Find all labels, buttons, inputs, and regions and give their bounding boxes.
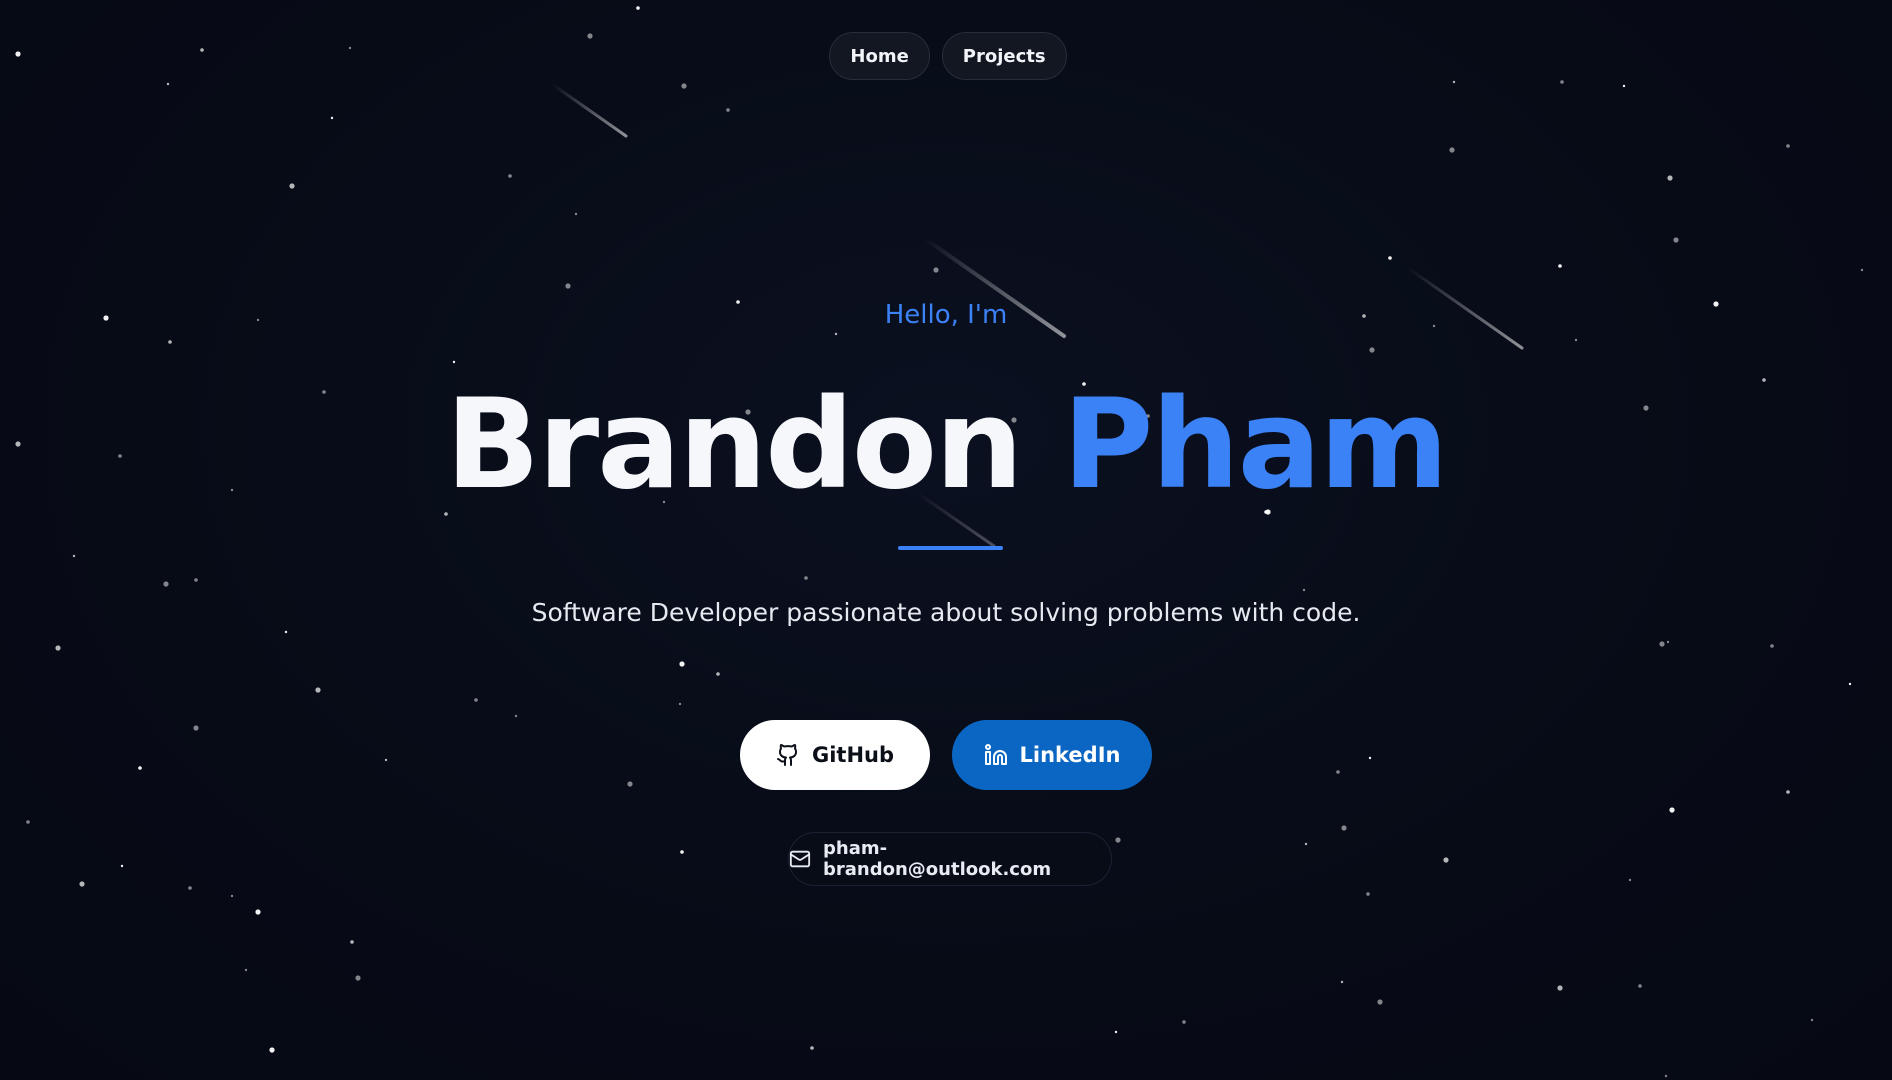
mail-icon <box>789 848 811 870</box>
star <box>474 698 478 702</box>
star <box>1114 1030 1118 1034</box>
social-buttons: GitHub LinkedIn <box>0 720 1892 790</box>
star <box>166 82 170 86</box>
star <box>1369 347 1375 353</box>
star <box>120 864 124 868</box>
star <box>514 714 518 718</box>
email-address: pham-brandon@outlook.com <box>823 838 1052 880</box>
star <box>188 886 192 890</box>
starfield <box>15 6 1864 1078</box>
star <box>1786 144 1790 148</box>
star <box>1558 264 1562 268</box>
star <box>1340 980 1344 984</box>
star <box>1304 842 1308 846</box>
star <box>680 850 684 854</box>
star <box>269 1047 275 1053</box>
star <box>355 975 361 981</box>
star <box>1628 878 1632 882</box>
star <box>810 1046 814 1050</box>
star <box>79 881 85 887</box>
star <box>1341 825 1347 831</box>
hero-background: Home Projects Hello, I'm Brandon Pham So… <box>0 0 1892 1080</box>
linkedin-button[interactable]: LinkedIn <box>952 720 1152 790</box>
star <box>1638 984 1642 988</box>
star <box>315 687 321 693</box>
star <box>726 108 730 112</box>
linkedin-label: LinkedIn <box>1019 743 1121 767</box>
star <box>1770 644 1774 648</box>
star <box>1302 588 1306 592</box>
star <box>289 183 295 189</box>
star <box>1557 985 1563 991</box>
star <box>804 576 808 580</box>
star <box>1666 640 1670 644</box>
nav-projects-link[interactable]: Projects <box>941 32 1067 80</box>
star <box>452 360 456 364</box>
star <box>1659 641 1665 647</box>
github-label: GitHub <box>811 743 895 767</box>
star <box>508 174 512 178</box>
star <box>1377 999 1383 1005</box>
star <box>1673 237 1679 243</box>
star <box>1449 147 1455 153</box>
nav-home-link[interactable]: Home <box>829 32 930 80</box>
accent-divider <box>898 546 1003 550</box>
last-name: Pham <box>1062 373 1448 517</box>
star <box>1366 892 1370 896</box>
star <box>244 968 248 972</box>
star <box>679 661 685 667</box>
star <box>1182 1020 1186 1024</box>
star <box>55 645 61 651</box>
star <box>255 909 261 915</box>
star <box>1810 1018 1814 1022</box>
star <box>1443 857 1449 863</box>
star <box>1667 175 1673 181</box>
star <box>72 554 76 558</box>
star <box>330 116 334 120</box>
star <box>1574 338 1578 342</box>
greeting-text: Hello, I'm <box>884 300 1008 330</box>
star <box>834 332 838 336</box>
star <box>194 578 198 582</box>
star <box>574 212 578 216</box>
star <box>284 630 288 634</box>
page-title: Brandon Pham <box>0 375 1892 515</box>
star <box>1786 790 1790 794</box>
star <box>1669 807 1675 813</box>
star <box>1622 84 1626 88</box>
star <box>716 672 720 676</box>
email-link[interactable]: pham-brandon@outlook.com <box>788 832 1112 886</box>
star <box>230 894 234 898</box>
top-nav: Home Projects <box>0 32 1892 80</box>
star <box>1452 80 1456 84</box>
star <box>1560 80 1564 84</box>
star <box>1664 1074 1668 1078</box>
star <box>1860 268 1864 272</box>
tagline: Software Developer passionate about solv… <box>531 598 1361 627</box>
star <box>1388 256 1392 260</box>
github-icon <box>776 743 800 767</box>
star <box>350 940 354 944</box>
star <box>678 702 682 706</box>
first-name: Brandon <box>445 373 1023 517</box>
star <box>163 581 169 587</box>
star <box>636 6 640 10</box>
github-button[interactable]: GitHub <box>740 720 930 790</box>
star <box>1115 837 1121 843</box>
star <box>933 267 939 273</box>
linkedin-icon <box>984 743 1008 767</box>
star <box>1848 682 1852 686</box>
star <box>168 340 172 344</box>
star <box>26 820 30 824</box>
star <box>565 283 571 289</box>
star <box>681 83 687 89</box>
